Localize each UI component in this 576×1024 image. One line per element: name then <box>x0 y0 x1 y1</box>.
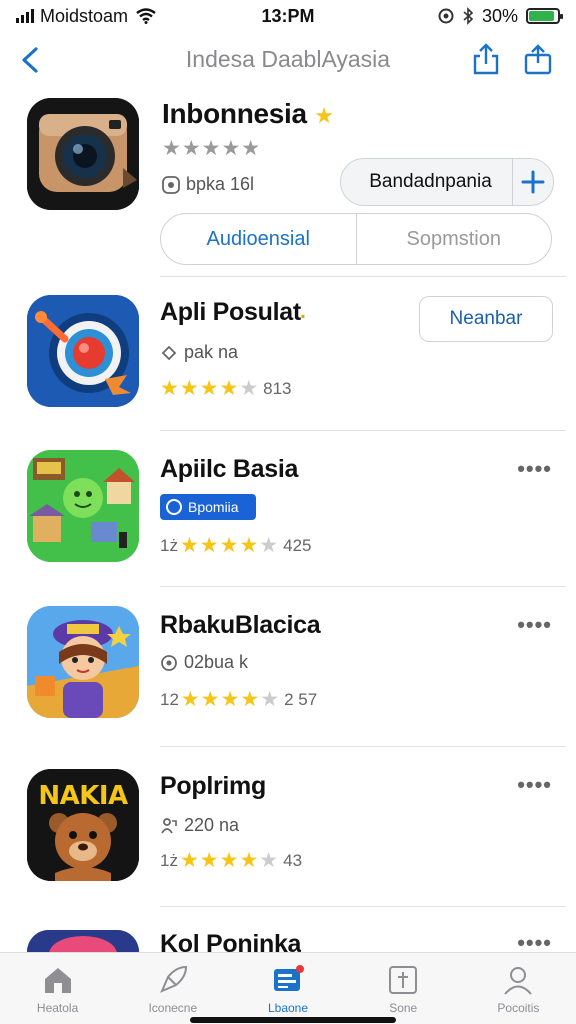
divider <box>160 906 566 907</box>
person-small-icon <box>161 817 177 834</box>
apps-icon <box>274 965 304 991</box>
tab-bar: Heatola Iconecne Lbaone Sone Pocoitis <box>0 952 576 1024</box>
app-name-apli-posulat: Apli Posulat▪ <box>160 298 305 326</box>
featured-rating-stars: ★★★★★ <box>162 137 262 160</box>
tab-heatola[interactable]: Heatola <box>0 953 115 1024</box>
rating-stars: ★★★★★ <box>160 377 260 400</box>
tab-sone[interactable]: Sone <box>346 953 461 1024</box>
tag-icon <box>161 345 177 360</box>
partial-app-icon <box>27 930 139 952</box>
app-meta: pak na <box>160 342 238 363</box>
divider <box>160 276 566 277</box>
featured-app-icon[interactable] <box>27 98 139 210</box>
home-icon <box>44 968 71 993</box>
info-icon <box>162 175 180 194</box>
search-box-icon <box>389 966 418 994</box>
camera-icon <box>27 98 139 210</box>
rating-count: 2 57 <box>284 689 318 709</box>
app-name-apiilc-basia: Apiilc Basia <box>160 455 299 483</box>
divider <box>160 586 566 587</box>
rating-stars: ★★★★★ <box>180 688 281 711</box>
app-name-rbakublacica: RbakuBlacica <box>160 611 321 639</box>
tab-label: Lbaone <box>267 1001 309 1015</box>
battery-percent: 30% <box>481 5 518 26</box>
signal-icon <box>16 9 34 23</box>
app-icon-rbakublacica[interactable] <box>27 606 139 718</box>
app-icon-apiilc-basia[interactable] <box>27 450 139 562</box>
bluetooth-icon <box>463 7 474 25</box>
divider <box>160 430 566 431</box>
tab-label: Heatola <box>36 1001 79 1015</box>
tab-label: Pocoitis <box>497 1001 540 1015</box>
app-meta: 220 na <box>160 815 239 836</box>
app-icon-title: NAKIA <box>38 781 128 811</box>
segment-audioensial[interactable]: Audioensial <box>161 214 357 264</box>
app-icon-kol-ponjnka[interactable] <box>27 930 139 952</box>
app-meta-text: 02bua k <box>184 652 249 672</box>
app-icon-apli-posulat[interactable] <box>27 295 139 407</box>
app-name-kol-ponjnka: Kol Ponjnka <box>160 930 302 952</box>
app-rating: ★★★★★ 813 <box>160 376 292 401</box>
home-indicator <box>190 1017 396 1023</box>
tab-lbaone[interactable]: Lbaone <box>230 953 345 1024</box>
wifi-icon <box>136 8 156 24</box>
app-icon-poplrimg[interactable]: NAKIA <box>27 769 139 881</box>
app-rating: 12 ★★★★★ 2 57 <box>160 687 317 712</box>
rating-stars: ★★★★★ <box>179 534 280 557</box>
tab-iconecne[interactable]: Iconecne <box>115 953 230 1024</box>
navigation-bar: Indesa DaablAyasia <box>0 36 576 84</box>
featured-primary-button[interactable]: Bandadnpania <box>340 158 554 206</box>
paint-target-icon <box>27 295 139 407</box>
rating-prefix: 1ż <box>160 535 178 555</box>
rating-count: 43 <box>283 850 303 870</box>
more-options-icon[interactable]: •••• <box>517 612 552 638</box>
badge-label: Bpomiia <box>188 499 239 515</box>
battery-icon <box>526 8 563 24</box>
featured-meta-text: bpka 16l <box>186 174 255 194</box>
featured-primary-label: Bandadnpania <box>369 171 492 192</box>
rating-count: 425 <box>283 535 312 555</box>
village-icon <box>27 450 139 562</box>
more-options-icon[interactable]: •••• <box>517 772 552 798</box>
share-icon[interactable] <box>470 42 502 76</box>
badge-dot-icon <box>166 499 182 515</box>
segment-sopmstion[interactable]: Sopmstion <box>357 214 552 264</box>
app-badge: Bpomiia <box>160 494 256 520</box>
girl-character-icon <box>27 606 139 718</box>
app-meta-text: pak na <box>184 342 239 362</box>
tab-label: Iconecne <box>148 1001 198 1015</box>
featured-meta: bpka 16l <box>162 174 254 195</box>
app-action-button[interactable]: Neanbar <box>419 296 553 342</box>
more-options-icon[interactable]: •••• <box>517 456 552 482</box>
app-rating: 1ż ★★★★★ 425 <box>160 533 311 558</box>
divider <box>160 746 566 747</box>
clock-icon <box>161 654 177 671</box>
export-icon[interactable] <box>522 42 554 76</box>
rating-prefix: 12 <box>160 689 179 709</box>
featured-app-name: Inbonnesia ★ <box>162 98 334 129</box>
app-rating: 1ż ★★★★★ 43 <box>160 848 302 873</box>
app-meta: 02bua k <box>160 652 248 673</box>
battery-level <box>529 11 555 21</box>
rating-stars: ★★★★★ <box>179 849 280 872</box>
rating-prefix: 1ż <box>160 850 178 870</box>
app-name-poplrimg: Poplrimg <box>160 772 266 800</box>
plus-icon[interactable] <box>513 159 553 205</box>
person-icon <box>504 967 533 995</box>
rocket-icon <box>159 965 187 993</box>
segmented-control: Audioensial Sopmstion <box>160 213 552 265</box>
tab-label: Sone <box>389 1001 418 1015</box>
status-bar: Moidstoam 13:PM 30% <box>0 0 576 32</box>
rating-count: 813 <box>263 378 292 398</box>
carrier-name: Moidstoam <box>40 5 129 26</box>
tab-pocoitis[interactable]: Pocoitis <box>461 953 576 1024</box>
location-icon <box>438 8 454 24</box>
app-meta-text: 220 na <box>184 815 240 835</box>
